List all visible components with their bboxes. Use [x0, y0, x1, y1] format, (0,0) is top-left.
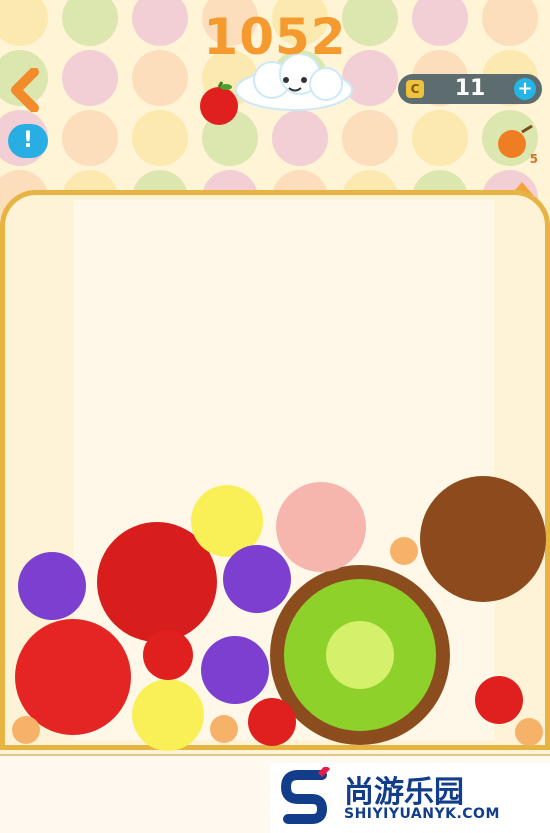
cloud-mascot: [235, 54, 353, 111]
bomb-tool-button[interactable]: 5: [492, 124, 542, 166]
back-button[interactable]: [6, 67, 46, 113]
coin-icon: C: [406, 80, 424, 98]
background-fruit-tile: [62, 110, 118, 166]
watermark-sub-text: SHIYIYUANYK.COM: [344, 806, 500, 822]
back-arrow-icon: [11, 67, 39, 113]
add-coins-button[interactable]: +: [514, 78, 536, 100]
bomb-tool-count: 5: [529, 152, 538, 166]
background-fruit-tile: [272, 110, 328, 166]
coin-panel: C 11 +: [398, 74, 542, 104]
coin-count: 11: [454, 76, 486, 101]
play-area[interactable]: [74, 200, 494, 740]
next-fruit-apple: [200, 81, 238, 125]
watermark-main-text: 尚游乐园: [344, 775, 464, 810]
info-button[interactable]: !: [8, 124, 48, 158]
watermark: 尚游乐园 SHIYIYUANYK.COM: [270, 763, 550, 833]
background-fruit-tile: [342, 110, 398, 166]
watermark-s-logo-icon: [280, 767, 331, 824]
background-fruit-tile: [412, 110, 468, 166]
background-fruit-tile: [132, 110, 188, 166]
